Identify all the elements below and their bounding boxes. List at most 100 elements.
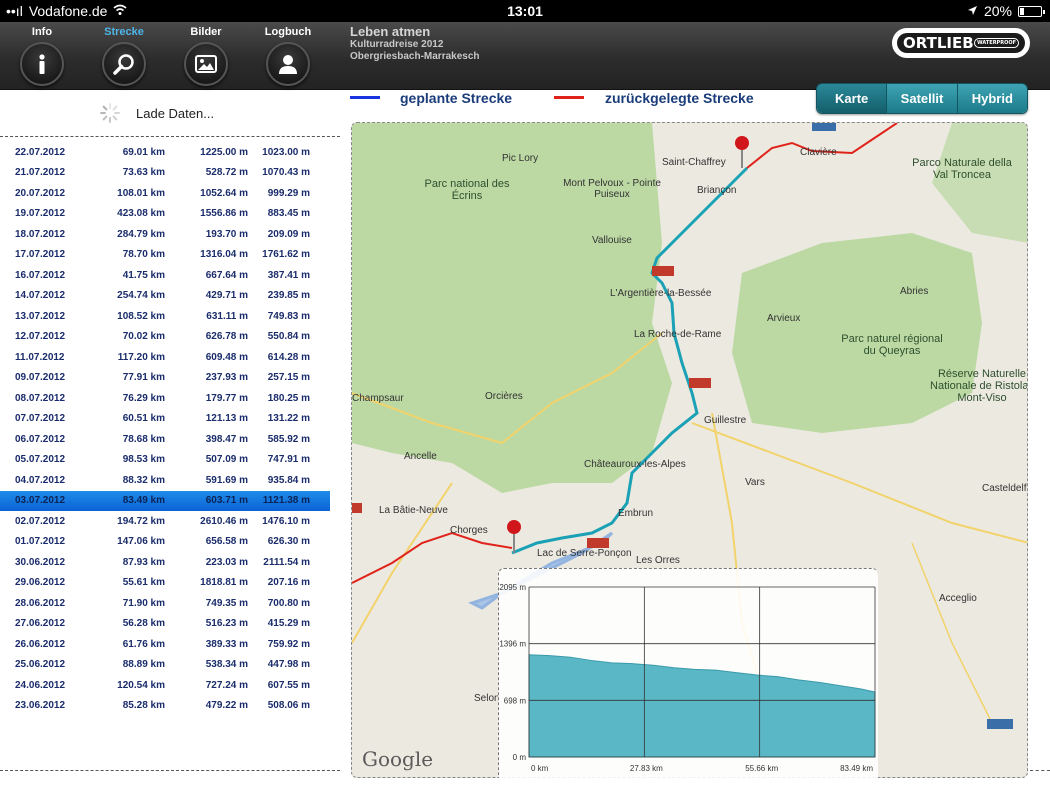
log-ascent: 179.77 m [205,392,248,404]
travelled-route-end [352,531,513,584]
map-place-label: L'Argentière-la-Bessée [610,288,712,299]
log-distance: 76.29 km [122,392,165,404]
log-distance: 117.20 km [117,351,165,363]
log-descent: 759.92 m [267,638,310,650]
log-descent: 209.09 m [267,228,310,240]
map-mode-satellit[interactable]: Satellit [887,84,958,113]
log-row[interactable]: 18.07.2012 284.79 km 193.70 m 209.09 m [0,224,330,245]
map-place-label: Lac de Serre-Ponçon [537,548,632,559]
x-tick-label: 0 km [531,764,549,773]
log-row[interactable]: 05.07.2012 98.53 km 507.09 m 747.91 m [0,450,330,471]
location-arrow-icon [967,3,978,19]
log-distance: 194.72 km [117,515,165,527]
log-date: 11.07.2012 [15,351,65,363]
log-date: 22.07.2012 [15,146,66,158]
log-row[interactable]: 06.07.2012 78.68 km 398.47 m 585.92 m [0,429,330,450]
log-row[interactable]: 16.07.2012 41.75 km 667.64 m 387.41 m [0,265,330,286]
log-row[interactable]: 26.06.2012 61.76 km 389.33 m 759.92 m [0,634,330,655]
log-date: 03.07.2012 [15,495,66,507]
log-ascent: 1556.86 m [200,208,248,220]
log-ascent: 591.69 m [205,474,248,486]
log-descent: 585.92 m [267,433,310,445]
log-date: 27.06.2012 [15,618,66,630]
log-descent: 1121.38 m [262,495,310,507]
map-place-label: Champsaur [352,393,404,404]
map-place-label: Abries [900,286,929,297]
tab-logbuch[interactable]: Logbuch [248,22,328,90]
tab-info[interactable]: Info [2,22,82,90]
planned-line-swatch [350,96,380,99]
status-bar: ••ıl Vodafone.de 13:01 20% [0,0,1050,22]
log-ascent: 1818.81 m [200,577,248,589]
log-descent: 1023.00 m [262,146,310,158]
log-distance: 69.01 km [122,146,165,158]
log-date: 23.06.2012 [15,700,66,712]
log-row[interactable]: 03.07.2012 83.49 km 603.71 m 1121.38 m [0,490,330,511]
log-descent: 387.41 m [267,269,310,281]
log-date: 02.07.2012 [15,515,66,527]
log-date: 21.07.2012 [15,167,66,179]
log-row[interactable]: 04.07.2012 88.32 km 591.69 m 935.84 m [0,470,330,491]
map-mode-hybrid[interactable]: Hybrid [957,84,1027,113]
log-row[interactable]: 07.07.2012 60.51 km 121.13 m 131.22 m [0,409,330,430]
log-distance: 77.91 km [122,372,165,384]
log-descent: 614.28 m [267,351,310,363]
log-date: 16.07.2012 [15,269,66,281]
battery-icon [1018,5,1045,17]
log-descent: 415.29 m [267,618,310,630]
log-row[interactable]: 27.06.2012 56.28 km 516.23 m 415.29 m [0,614,330,635]
log-row[interactable]: 08.07.2012 76.29 km 179.77 m 180.25 m [0,388,330,409]
log-date: 29.06.2012 [15,577,66,589]
log-row[interactable]: 25.06.2012 88.89 km 538.34 m 447.98 m [0,655,330,676]
log-list: 22.07.2012 69.01 km 1225.00 m 1023.00 m 21.0… [0,142,330,716]
log-row[interactable]: 30.06.2012 87.93 km 223.03 m 2111.54 m [0,552,330,573]
tab-bilder[interactable]: Bilder [166,22,246,90]
log-ascent: 727.24 m [205,679,248,691]
log-ascent: 603.71 m [205,495,248,507]
log-date: 26.06.2012 [15,638,66,650]
log-row[interactable]: 14.07.2012 254.74 km 429.71 m 239.85 m [0,286,330,307]
log-row[interactable]: 17.07.2012 78.70 km 1316.04 m 1761.62 m [0,245,330,266]
log-date: 05.07.2012 [15,454,66,466]
log-distance: 71.90 km [122,597,165,609]
log-row[interactable]: 20.07.2012 108.01 km 1052.64 m 999.29 m [0,183,330,204]
tab-info-label: Info [31,26,53,38]
log-descent: 883.45 m [267,208,310,220]
log-row[interactable]: 28.06.2012 71.90 km 749.35 m 700.80 m [0,593,330,614]
log-row[interactable]: 02.07.2012 194.72 km 2610.46 m 1476.10 m [0,511,330,532]
map-mode-karte[interactable]: Karte [817,84,888,113]
log-date: 19.07.2012 [15,208,66,220]
x-tick-label: 27.83 km [630,764,663,773]
log-row[interactable]: 24.06.2012 120.54 km 727.24 m 607.55 m [0,675,330,696]
logo-brand: ORTLIEB [903,34,974,52]
log-distance: 61.76 km [122,638,165,650]
log-descent: 131.22 m [267,413,310,425]
log-row[interactable]: 12.07.2012 70.02 km 626.78 m 550.84 m [0,327,330,348]
log-descent: 508.06 m [267,700,310,712]
clock: 13:01 [507,3,543,19]
travelled-line-swatch [554,96,584,99]
log-date: 09.07.2012 [15,372,66,384]
log-ascent: 237.93 m [205,372,248,384]
log-row[interactable]: 21.07.2012 73.63 km 528.72 m 1070.43 m [0,163,330,184]
map-place-label: Vars [745,477,765,488]
map-pin-start[interactable] [735,136,749,168]
log-row[interactable]: 29.06.2012 55.61 km 1818.81 m 207.16 m [0,573,330,594]
tab-strecke[interactable]: Strecke [84,22,164,90]
log-ascent: 626.78 m [205,331,248,343]
log-distance: 147.06 km [117,536,165,548]
y-tick-label: 1396 m [499,640,526,649]
legend-travelled: zurückgelegte Strecke [605,90,754,106]
log-row[interactable]: 22.07.2012 69.01 km 1225.00 m 1023.00 m [0,142,330,163]
map-place-label: Arvieux [767,313,801,324]
log-distance: 78.68 km [122,433,165,445]
log-row[interactable]: 11.07.2012 117.20 km 609.48 m 614.28 m [0,347,330,368]
log-row[interactable]: 19.07.2012 423.08 km 1556.86 m 883.45 m [0,204,330,225]
log-date: 14.07.2012 [15,290,66,302]
log-descent: 607.55 m [267,679,310,691]
log-row[interactable]: 01.07.2012 147.06 km 656.58 m 626.30 m [0,532,330,553]
log-row[interactable]: 09.07.2012 77.91 km 237.93 m 257.15 m [0,368,330,389]
log-row[interactable]: 23.06.2012 85.28 km 479.22 m 508.06 m [0,696,330,717]
log-descent: 207.16 m [267,577,310,589]
log-row[interactable]: 13.07.2012 108.52 km 631.11 m 749.83 m [0,306,330,327]
